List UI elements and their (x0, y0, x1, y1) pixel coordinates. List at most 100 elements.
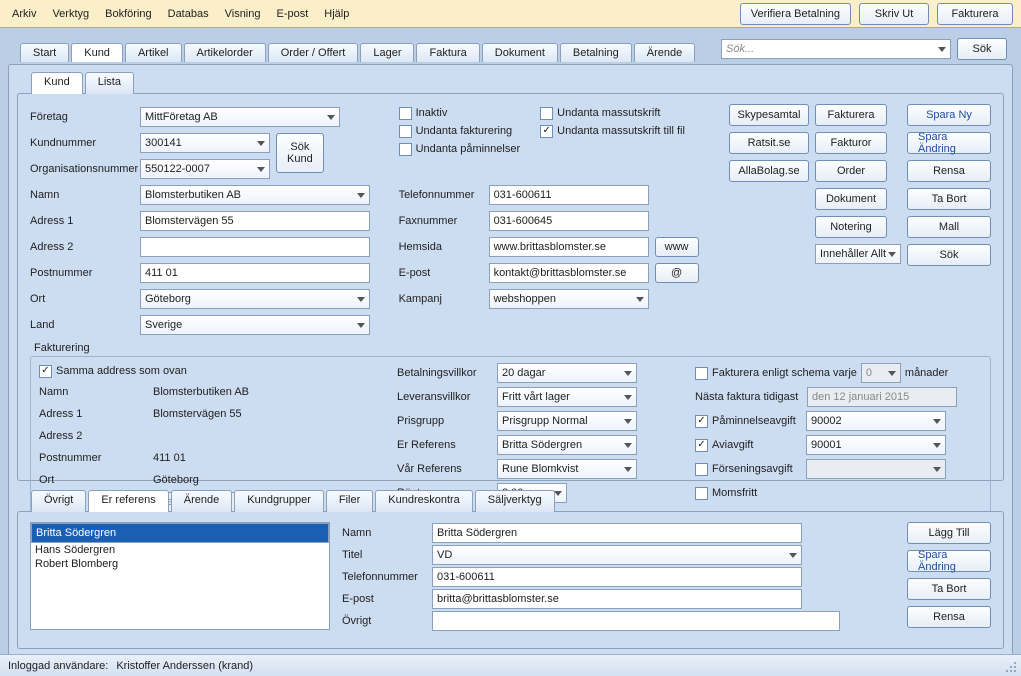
order-button[interactable]: Order (815, 160, 887, 182)
phone-field[interactable]: 031-600611 (489, 185, 649, 205)
menu-arkiv[interactable]: Arkiv (4, 4, 44, 24)
addr2-field[interactable] (140, 237, 370, 257)
chk-same-address[interactable]: ✓ (39, 365, 52, 378)
tab-kund[interactable]: Kund (71, 43, 123, 62)
chk-undanta-fakturering[interactable] (399, 125, 412, 138)
chk-late-fee[interactable] (695, 463, 708, 476)
tab-dokument[interactable]: Dokument (482, 43, 558, 62)
contact-save-button[interactable]: Spara Ändring (907, 550, 991, 572)
search-mode-select[interactable]: Innehåller Allt (815, 244, 901, 264)
payment-terms-select[interactable]: 20 dagar (497, 363, 637, 383)
next-invoice-date[interactable]: den 12 januari 2015 (807, 387, 957, 407)
btab-kundreskontra[interactable]: Kundreskontra (375, 490, 473, 512)
btab-arende[interactable]: Ärende (171, 490, 232, 512)
dokument-button[interactable]: Dokument (815, 188, 887, 210)
contact-clear-button[interactable]: Rensa (907, 606, 991, 628)
tab-artikelorder[interactable]: Artikelorder (184, 43, 266, 62)
global-search-button[interactable]: Sök (957, 38, 1007, 60)
resize-grip-icon[interactable] (1005, 661, 1017, 673)
global-search-input[interactable]: Sök... (721, 39, 951, 59)
list-item[interactable]: Britta Södergren (31, 523, 329, 543)
email-field[interactable]: kontakt@brittasblomster.se (489, 263, 649, 283)
email-button[interactable]: @ (655, 263, 699, 283)
btab-kundgrupper[interactable]: Kundgrupper (234, 490, 324, 512)
customer-name-field[interactable]: Blomsterbutiken AB (140, 185, 370, 205)
subtab-kund[interactable]: Kund (31, 72, 83, 94)
notice-fee-select[interactable]: 90001 (806, 435, 946, 455)
company-select[interactable]: MittFöretag AB (140, 107, 340, 127)
customer-number-select[interactable]: 300141 (140, 133, 270, 153)
chk-undanta-massutskrift[interactable] (540, 107, 553, 120)
campaign-select[interactable]: webshoppen (489, 289, 649, 309)
list-item[interactable]: Robert Blomberg (31, 557, 329, 571)
chk-undanta-massutskrift-fil[interactable]: ✓ (540, 125, 553, 138)
delete-button[interactable]: Ta Bort (907, 188, 991, 210)
tab-arende[interactable]: Ärende (634, 43, 695, 62)
menu-databas[interactable]: Databas (160, 4, 217, 24)
contact-other-field[interactable] (432, 611, 840, 631)
tab-lager[interactable]: Lager (360, 43, 414, 62)
menu-hjalp[interactable]: Hjälp (316, 4, 357, 24)
contact-phone-field[interactable]: 031-600611 (432, 567, 802, 587)
fax-field[interactable]: 031-600645 (489, 211, 649, 231)
contact-title-select[interactable]: VD (432, 545, 802, 565)
menu-bokforing[interactable]: Bokföring (97, 4, 159, 24)
verify-payment-button[interactable]: Verifiera Betalning (740, 3, 851, 25)
notering-button[interactable]: Notering (815, 216, 887, 238)
tab-start[interactable]: Start (20, 43, 69, 62)
chk-undanta-paminnelser[interactable] (399, 143, 412, 156)
save-change-button[interactable]: Spara Ändring (907, 132, 991, 154)
tab-order-offert[interactable]: Order / Offert (268, 43, 359, 62)
price-group-select[interactable]: Prisgrupp Normal (497, 411, 637, 431)
allabolag-button[interactable]: AllaBolag.se (729, 160, 809, 182)
invoice-button[interactable]: Fakturera (937, 3, 1013, 25)
menu-verktyg[interactable]: Verktyg (44, 4, 97, 24)
contact-delete-button[interactable]: Ta Bort (907, 578, 991, 600)
save-new-button[interactable]: Spara Ny (907, 104, 991, 126)
menu-visning[interactable]: Visning (217, 4, 269, 24)
chk-invoice-schedule[interactable] (695, 367, 708, 380)
tab-artikel[interactable]: Artikel (125, 43, 182, 62)
template-button[interactable]: Mall (907, 216, 991, 238)
fakturera-button[interactable]: Fakturera (815, 104, 887, 126)
fakturor-button[interactable]: Fakturor (815, 132, 887, 154)
ort-select[interactable]: Göteborg (140, 289, 370, 309)
tab-betalning[interactable]: Betalning (560, 43, 632, 62)
contacts-listbox[interactable]: Britta Södergren Hans Södergren Robert B… (30, 522, 330, 630)
list-item[interactable]: Hans Södergren (31, 543, 329, 557)
ratsit-button[interactable]: Ratsit.se (729, 132, 809, 154)
btab-filer[interactable]: Filer (326, 490, 373, 512)
your-ref-select[interactable]: Britta Södergren (497, 435, 637, 455)
our-ref-select[interactable]: Rune Blomkvist (497, 459, 637, 479)
website-field[interactable]: www.brittasblomster.se (489, 237, 649, 257)
btab-ovrigt[interactable]: Övrigt (31, 490, 86, 512)
chk-vat-free[interactable] (695, 487, 708, 500)
search-button[interactable]: Sök (907, 244, 991, 266)
inv-postnr-field: 411 01 (149, 448, 369, 468)
contact-name-field[interactable]: Britta Södergren (432, 523, 802, 543)
land-select[interactable]: Sverige (140, 315, 370, 335)
menu-epost[interactable]: E-post (269, 4, 317, 24)
www-button[interactable]: www (655, 237, 699, 257)
reminder-fee-select[interactable]: 90002 (806, 411, 946, 431)
contact-add-button[interactable]: Lägg Till (907, 522, 991, 544)
addr1-field[interactable]: Blomstervägen 55 (140, 211, 370, 231)
search-customer-button[interactable]: SökKund (276, 133, 324, 173)
btab-er-referens[interactable]: Er referens (88, 490, 168, 512)
chk-inaktiv[interactable] (399, 107, 412, 120)
subtab-lista[interactable]: Lista (85, 72, 134, 94)
late-fee-select[interactable] (806, 459, 946, 479)
print-button[interactable]: Skriv Ut (859, 3, 929, 25)
contact-email-field[interactable]: britta@brittasblomster.se (432, 589, 802, 609)
delivery-terms-select[interactable]: Fritt vårt lager (497, 387, 637, 407)
chk-reminder-fee[interactable]: ✓ (695, 415, 708, 428)
tab-faktura[interactable]: Faktura (416, 43, 479, 62)
chk-notice-fee[interactable]: ✓ (695, 439, 708, 452)
clear-button[interactable]: Rensa (907, 160, 991, 182)
postnr-field[interactable]: 411 01 (140, 263, 370, 283)
label-levvillkor: Leveransvillkor (397, 391, 497, 403)
skype-button[interactable]: Skypesamtal (729, 104, 809, 126)
orgnr-select[interactable]: 550122-0007 (140, 159, 270, 179)
btab-saljverktyg[interactable]: Säljverktyg (475, 490, 555, 512)
schedule-months-field[interactable]: 0 (861, 363, 901, 383)
